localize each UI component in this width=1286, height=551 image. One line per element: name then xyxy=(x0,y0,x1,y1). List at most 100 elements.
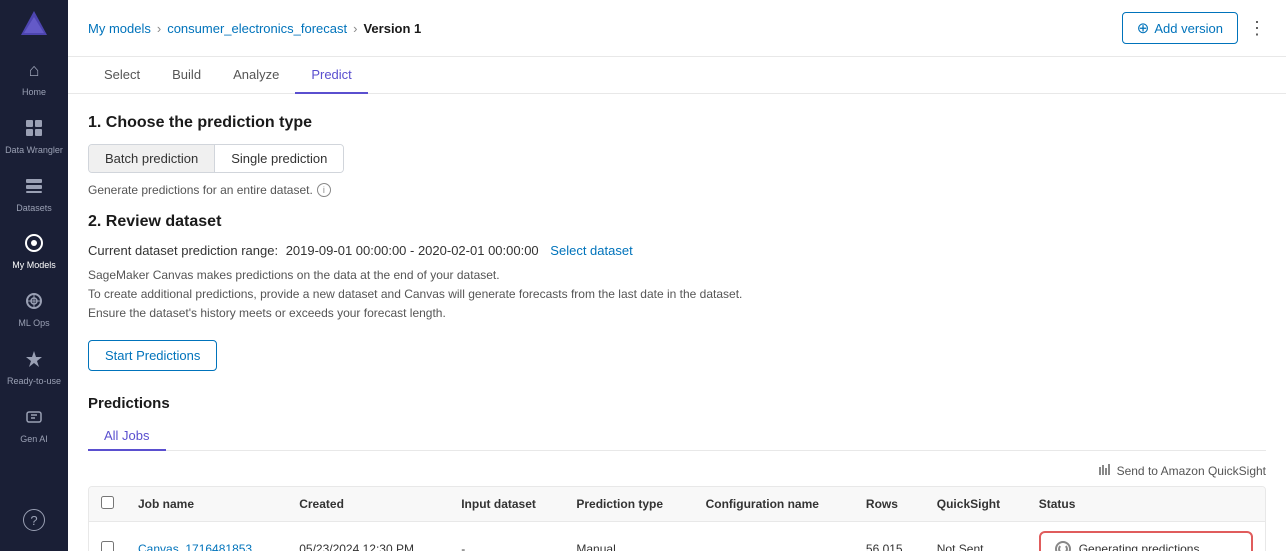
sidebar-item-home-label: Home xyxy=(22,87,46,98)
send-to-quicksight-button[interactable]: Send to Amazon QuickSight xyxy=(1098,463,1266,480)
step1-section: 1. Choose the prediction type Batch pred… xyxy=(88,114,1266,197)
cell-rows: 56,015 xyxy=(854,521,925,551)
sidebar-item-ml-ops-label: ML Ops xyxy=(18,318,49,329)
jobs-tabs: All Jobs xyxy=(88,422,1266,451)
predictions-table: Job name Created Input dataset Predictio… xyxy=(89,487,1265,551)
step2-section: 2. Review dataset Current dataset predic… xyxy=(88,213,1266,395)
sidebar-item-help[interactable]: ? xyxy=(0,501,68,539)
breadcrumb: My models › consumer_electronics_forecas… xyxy=(88,21,421,36)
row-checkbox-cell xyxy=(89,521,126,551)
sidebar-item-gen-ai[interactable]: Gen AI xyxy=(0,395,68,453)
help-icon: ? xyxy=(23,509,45,531)
breadcrumb-sep-1: › xyxy=(157,21,161,36)
sidebar-item-data-wrangler-label: Data Wrangler xyxy=(5,145,63,156)
table-row: Canvas_1716481853 05/23/2024 12:30 PM - … xyxy=(89,521,1265,551)
cell-status: Generating predictions. xyxy=(1027,521,1265,551)
cell-quicksight: Not Sent xyxy=(925,521,1027,551)
status-spinner-icon xyxy=(1055,541,1071,551)
range-value: 2019-09-01 00:00:00 - 2020-02-01 00:00:0… xyxy=(286,243,539,258)
quicksight-bar: Send to Amazon QuickSight xyxy=(88,463,1266,480)
cell-input-dataset: - xyxy=(449,521,564,551)
home-icon: ⌂ xyxy=(20,56,48,84)
breadcrumb-my-models[interactable]: My models xyxy=(88,21,151,36)
plus-circle-icon: ⊕ xyxy=(1137,19,1150,37)
sidebar-item-my-models-label: My Models xyxy=(12,260,56,271)
add-version-label: Add version xyxy=(1154,21,1223,36)
page-tabs: Select Build Analyze Predict xyxy=(68,57,1286,94)
sidebar-item-ready-to-use-label: Ready-to-use xyxy=(7,376,61,387)
sidebar-item-ml-ops[interactable]: ML Ops xyxy=(0,279,68,337)
select-all-header xyxy=(89,487,126,522)
data-wrangler-icon xyxy=(20,114,48,142)
predictions-title: Predictions xyxy=(88,395,1266,412)
breadcrumb-version: Version 1 xyxy=(363,21,421,36)
start-predictions-button[interactable]: Start Predictions xyxy=(88,340,217,371)
select-dataset-link[interactable]: Select dataset xyxy=(550,243,632,258)
tab-build[interactable]: Build xyxy=(156,57,217,94)
range-prefix: Current dataset prediction range: xyxy=(88,243,278,258)
cell-configuration-name xyxy=(694,521,854,551)
sidebar-item-datasets-label: Datasets xyxy=(16,203,52,214)
single-prediction-button[interactable]: Single prediction xyxy=(214,145,343,172)
ml-ops-icon xyxy=(20,287,48,315)
sidebar-item-data-wrangler[interactable]: Data Wrangler xyxy=(0,106,68,164)
gen-ai-icon xyxy=(20,403,48,431)
sidebar: ⌂ Home Data Wrangler Datasets xyxy=(0,0,68,551)
info-icon: i xyxy=(317,183,331,197)
sidebar-item-my-models[interactable]: My Models xyxy=(0,221,68,279)
ready-to-use-icon xyxy=(20,345,48,373)
cell-created: 05/23/2024 12:30 PM xyxy=(287,521,449,551)
more-options-icon[interactable]: ⋮ xyxy=(1248,18,1266,39)
breadcrumb-forecast[interactable]: consumer_electronics_forecast xyxy=(167,21,347,36)
prediction-info: Generate predictions for an entire datas… xyxy=(88,183,1266,197)
quicksight-label: Send to Amazon QuickSight xyxy=(1117,464,1266,478)
info-text-label: Generate predictions for an entire datas… xyxy=(88,183,313,197)
desc-line2: To create additional predictions, provid… xyxy=(88,285,1266,304)
select-all-checkbox[interactable] xyxy=(101,496,114,509)
col-input-dataset: Input dataset xyxy=(449,487,564,522)
my-models-icon xyxy=(20,229,48,257)
table-header-row: Job name Created Input dataset Predictio… xyxy=(89,487,1265,522)
batch-prediction-button[interactable]: Batch prediction xyxy=(89,145,214,172)
col-rows: Rows xyxy=(854,487,925,522)
cell-job-name: Canvas_1716481853 xyxy=(126,521,287,551)
sidebar-item-datasets[interactable]: Datasets xyxy=(0,164,68,222)
dataset-description: SageMaker Canvas makes predictions on th… xyxy=(88,266,1266,324)
tab-predict[interactable]: Predict xyxy=(295,57,367,94)
tab-select[interactable]: Select xyxy=(88,57,156,94)
step1-title: 1. Choose the prediction type xyxy=(88,114,1266,132)
sidebar-item-gen-ai-label: Gen AI xyxy=(20,434,48,445)
breadcrumb-sep-2: › xyxy=(353,21,357,36)
header-actions: ⊕ Add version ⋮ xyxy=(1122,12,1266,44)
prediction-type-group: Batch prediction Single prediction xyxy=(88,144,344,173)
sidebar-item-ready-to-use[interactable]: Ready-to-use xyxy=(0,337,68,395)
datasets-icon xyxy=(20,172,48,200)
desc-line3: Ensure the dataset's history meets or ex… xyxy=(88,304,1266,323)
job-name-link[interactable]: Canvas_1716481853 xyxy=(138,542,252,551)
col-job-name: Job name xyxy=(126,487,287,522)
step2-title: 2. Review dataset xyxy=(88,213,1266,231)
desc-line1: SageMaker Canvas makes predictions on th… xyxy=(88,266,1266,285)
row-checkbox[interactable] xyxy=(101,541,114,551)
quicksight-icon xyxy=(1098,463,1112,480)
add-version-button[interactable]: ⊕ Add version xyxy=(1122,12,1238,44)
sidebar-bottom: ? xyxy=(0,501,68,551)
col-configuration-name: Configuration name xyxy=(694,487,854,522)
sidebar-item-home[interactable]: ⌂ Home xyxy=(0,48,68,106)
predictions-section: Predictions All Jobs Send to Amazon Quic… xyxy=(88,395,1266,551)
page-header: My models › consumer_electronics_forecas… xyxy=(68,0,1286,57)
main-content: My models › consumer_electronics_forecas… xyxy=(68,0,1286,551)
col-created: Created xyxy=(287,487,449,522)
predictions-table-wrap: Job name Created Input dataset Predictio… xyxy=(88,486,1266,551)
cell-prediction-type: Manual xyxy=(564,521,693,551)
status-highlight-box: Generating predictions. xyxy=(1039,531,1253,551)
tab-all-jobs[interactable]: All Jobs xyxy=(88,422,166,451)
status-label: Generating predictions. xyxy=(1079,542,1203,551)
dataset-range: Current dataset prediction range: 2019-0… xyxy=(88,243,1266,258)
col-quicksight: QuickSight xyxy=(925,487,1027,522)
app-logo xyxy=(0,0,68,48)
tab-analyze[interactable]: Analyze xyxy=(217,57,295,94)
col-status: Status xyxy=(1027,487,1265,522)
page-content: 1. Choose the prediction type Batch pred… xyxy=(68,94,1286,551)
col-prediction-type: Prediction type xyxy=(564,487,693,522)
